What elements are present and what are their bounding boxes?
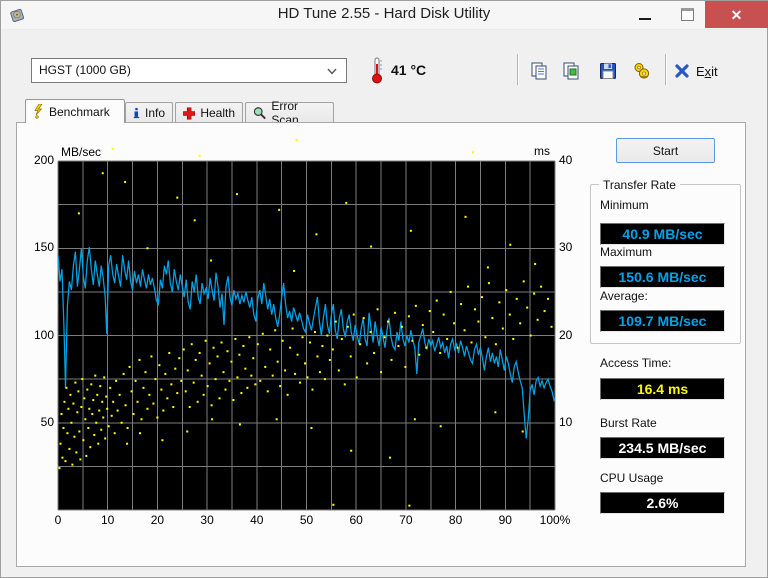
axis-tick-label: 0 <box>54 513 62 527</box>
tab-error-scan[interactable]: Error Scan <box>245 99 334 127</box>
maximize-button[interactable] <box>669 1 705 28</box>
exit-label: Exit <box>696 63 718 79</box>
info-icon <box>133 107 140 119</box>
average-value: 109.7 MB/sec <box>600 310 725 332</box>
left-axis-title: MB/sec <box>61 145 102 159</box>
close-icon: ✕ <box>730 6 743 23</box>
access-time-value: 16.4 ms <box>600 378 725 400</box>
drive-select-dropdown[interactable]: HGST (1000 GB) <box>31 58 347 83</box>
axis-tick-label: 60 <box>349 513 363 527</box>
toolbar-separator <box>665 54 667 85</box>
options-icon <box>634 63 650 79</box>
axis-tick-label: 80 <box>448 513 463 527</box>
cpu-usage-value: 2.6% <box>600 492 725 514</box>
axis-tick-label: 40 <box>250 513 264 527</box>
average-label: Average: <box>600 289 648 303</box>
tab-health[interactable]: Health <box>175 102 243 123</box>
axis-tick-label: 20 <box>559 327 573 342</box>
tab-info[interactable]: Info <box>125 102 173 123</box>
axis-tick-label: 30 <box>559 240 573 255</box>
exit-button[interactable]: Exit <box>675 60 718 82</box>
benchmark-chart <box>57 139 556 511</box>
tab-label: Info <box>144 106 165 120</box>
magnifier-icon <box>253 107 266 120</box>
axis-tick-label: 10 <box>101 513 115 527</box>
lightning-icon <box>34 104 43 119</box>
axis-tick-label: 70 <box>399 513 413 527</box>
burst-rate-value: 234.5 MB/sec <box>600 437 725 459</box>
save-icon <box>600 63 616 79</box>
axis-tick-label: 150 <box>33 240 54 255</box>
cpu-usage-label: CPU Usage <box>600 471 664 485</box>
benchmark-tab-page: MB/sec ms 200 150 100 50 40 30 20 10 0 10 20 30 40 50… <box>16 122 746 567</box>
app-window: HD Tune 2.55 - Hard Disk Utility ✕ HGST … <box>0 0 768 578</box>
axis-tick-label: 100% <box>539 513 571 527</box>
right-axis-title: ms <box>534 144 550 158</box>
minimize-icon <box>639 17 651 20</box>
minimum-label: Minimum <box>600 198 649 212</box>
maximum-value: 150.6 MB/sec <box>600 266 725 288</box>
axis-tick-label: 100 <box>33 327 54 342</box>
toolbar-separator <box>517 54 519 85</box>
minimum-value: 40.9 MB/sec <box>600 223 725 245</box>
access-time-label: Access Time: <box>600 356 672 370</box>
maximum-label: Maximum <box>600 245 653 259</box>
health-cross-icon <box>183 106 196 120</box>
copy-image-icon <box>563 62 579 80</box>
axis-tick-label: 90 <box>498 513 512 527</box>
transfer-rate-group-label: Transfer Rate <box>599 178 680 192</box>
options-button[interactable] <box>630 59 654 83</box>
copy-image-button[interactable] <box>559 59 583 83</box>
exit-x-icon <box>675 64 689 78</box>
axis-tick-label: 200 <box>33 153 54 167</box>
title-bar: HD Tune 2.55 - Hard Disk Utility ✕ <box>1 1 768 30</box>
axis-tick-label: 20 <box>150 513 165 527</box>
start-button[interactable]: Start <box>616 138 715 163</box>
tab-label: Benchmark <box>49 104 110 119</box>
minimize-button[interactable] <box>627 1 663 28</box>
maximize-icon <box>680 8 694 21</box>
copy-text-icon <box>531 62 547 80</box>
tab-benchmark[interactable]: Benchmark <box>25 99 125 123</box>
copy-text-button[interactable] <box>527 59 551 83</box>
thermometer-icon <box>372 57 382 84</box>
chevron-down-icon <box>327 68 337 75</box>
burst-rate-label: Burst Rate <box>600 416 657 430</box>
drive-select-value: HGST (1000 GB) <box>39 63 131 77</box>
axis-tick-label: 50 <box>40 414 54 429</box>
temperature-readout: 41 °C <box>391 62 427 78</box>
close-button[interactable]: ✕ <box>705 1 768 28</box>
axis-tick-label: 50 <box>299 513 314 527</box>
axis-tick-label: 40 <box>559 153 573 167</box>
save-button[interactable] <box>596 59 620 83</box>
axis-tick-label: 10 <box>559 414 573 429</box>
tab-label: Health <box>200 106 235 120</box>
axis-tick-label: 30 <box>200 513 214 527</box>
